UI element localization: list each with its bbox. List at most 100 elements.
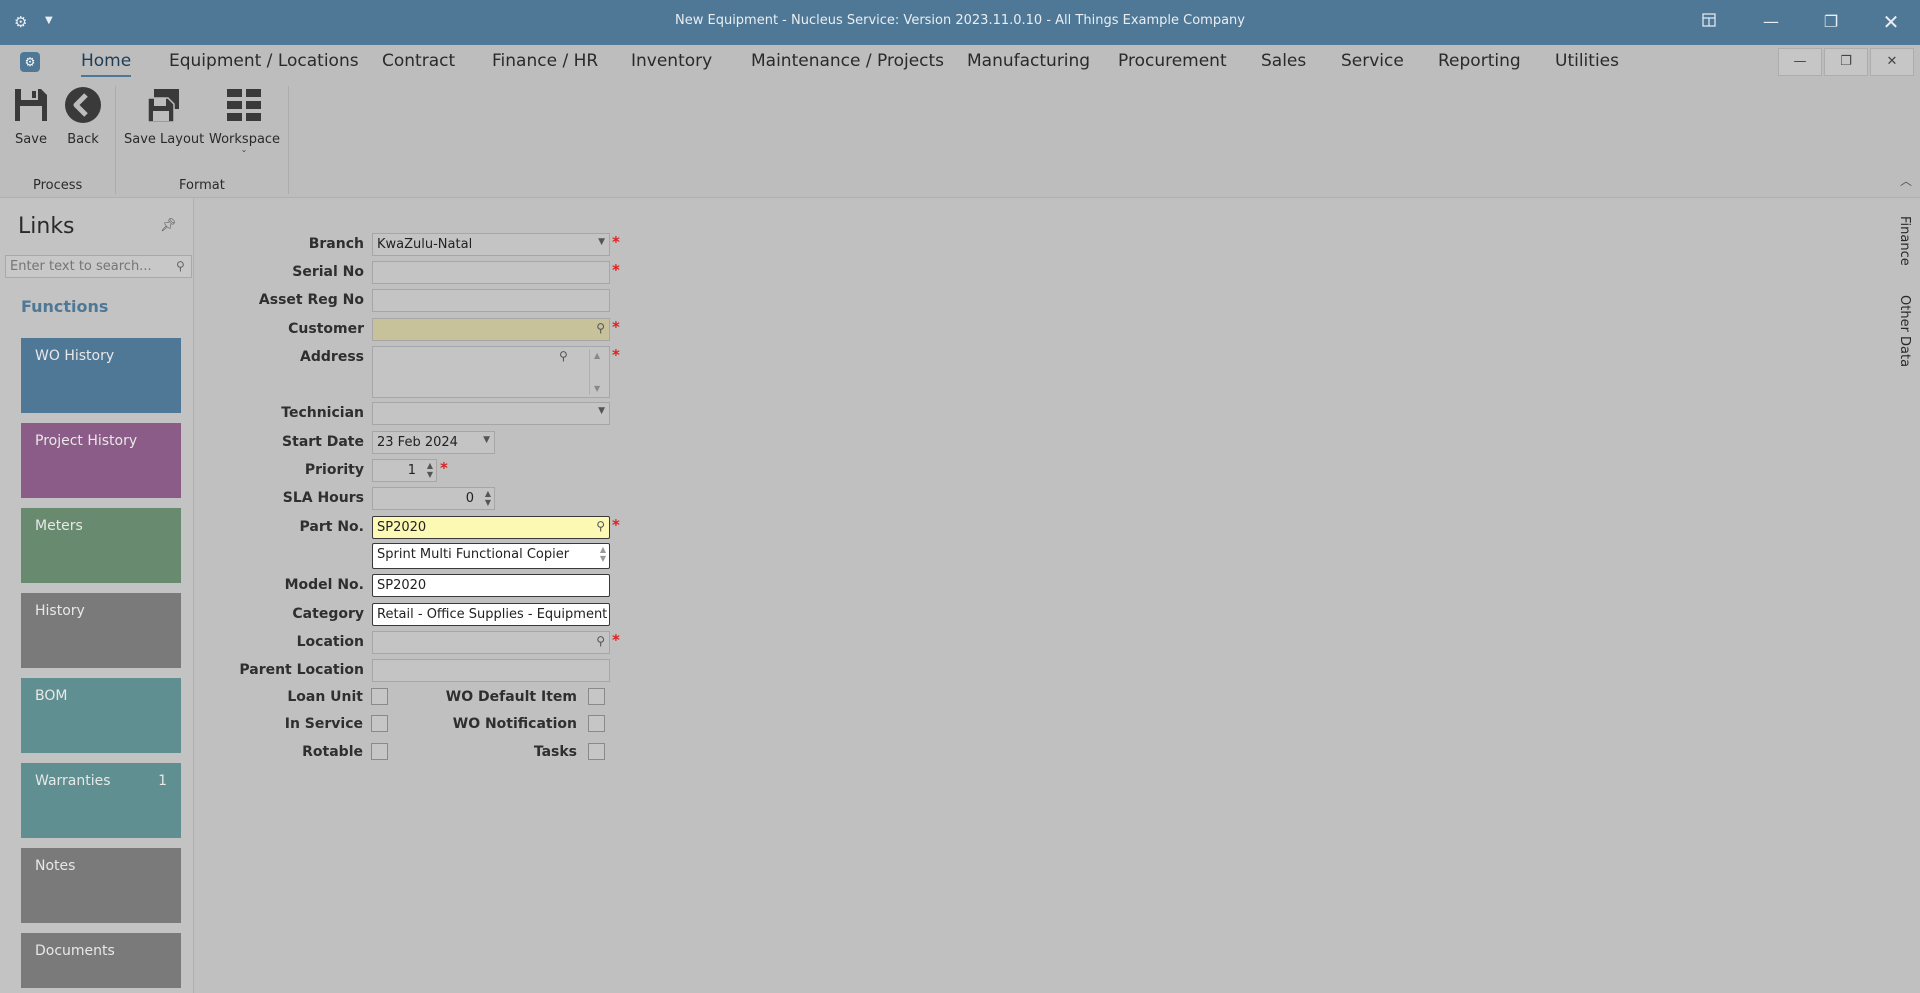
- workspace-button[interactable]: Workspace ⌄: [209, 86, 280, 154]
- tile-label: Documents: [35, 943, 115, 959]
- tile-meters[interactable]: Meters: [21, 508, 181, 583]
- title-bar: ⚙ ▼ New Equipment - Nucleus Service: Ver…: [0, 0, 1920, 45]
- menu-service[interactable]: Service: [1341, 51, 1404, 71]
- part-no-value: SP2020: [377, 520, 427, 535]
- start-date-value: 23 Feb 2024: [377, 435, 458, 450]
- parent-location-field[interactable]: [372, 659, 610, 682]
- wo-default-item-checkbox[interactable]: [588, 688, 605, 705]
- search-icon[interactable]: ⚲: [176, 259, 185, 273]
- branch-label: Branch: [308, 236, 364, 252]
- tile-label: BOM: [35, 688, 68, 704]
- chevron-down-icon[interactable]: ▼: [598, 237, 605, 247]
- model-no-value: SP2020: [377, 578, 427, 593]
- restore-icon[interactable]: ❐: [1816, 10, 1846, 34]
- links-search-input[interactable]: [5, 255, 192, 278]
- spin-arrows-icon[interactable]: ▲ ▼: [600, 545, 606, 563]
- tile-label: Project History: [35, 433, 138, 449]
- mdi-close-button[interactable]: ✕: [1870, 48, 1914, 76]
- menu-finance-hr[interactable]: Finance / HR: [492, 51, 598, 71]
- scroll-down-icon[interactable]: ▼: [594, 384, 600, 393]
- serial-no-field[interactable]: [372, 261, 610, 284]
- save-layout-button[interactable]: Save Layout: [124, 86, 205, 147]
- menu-bar: ⚙ Home Equipment / Locations Contract Fi…: [0, 45, 1920, 80]
- search-icon[interactable]: ⚲: [596, 634, 605, 648]
- wo-notification-checkbox[interactable]: [588, 715, 605, 732]
- category-label: Category: [292, 606, 364, 622]
- sla-hours-spinner[interactable]: 0 ▲ ▼: [372, 487, 495, 510]
- close-icon[interactable]: ✕: [1876, 10, 1906, 34]
- tile-count-badge: 1: [158, 773, 167, 789]
- scroll-up-icon[interactable]: ▲: [594, 351, 600, 360]
- save-layout-label: Save Layout: [124, 132, 205, 147]
- chevron-down-icon[interactable]: ▼: [598, 406, 605, 416]
- loan-unit-checkbox[interactable]: [371, 688, 388, 705]
- side-tab-finance[interactable]: Finance: [1897, 216, 1912, 266]
- mdi-minimize-button[interactable]: —: [1778, 48, 1822, 76]
- grid-icon: [209, 86, 279, 128]
- model-no-field[interactable]: SP2020: [372, 574, 610, 597]
- functions-title: Functions: [21, 297, 109, 316]
- side-tab-other-data[interactable]: Other Data: [1897, 295, 1912, 367]
- ribbon-separator: [288, 86, 289, 194]
- address-label: Address: [300, 349, 364, 365]
- tile-history[interactable]: History: [21, 593, 181, 668]
- save-button[interactable]: Save: [11, 86, 51, 147]
- window-title: New Equipment - Nucleus Service: Version…: [675, 13, 1245, 28]
- location-lookup[interactable]: ⚲: [372, 631, 610, 654]
- tile-documents[interactable]: Documents: [21, 933, 181, 988]
- tasks-checkbox[interactable]: [588, 743, 605, 760]
- spin-arrows-icon[interactable]: ▲ ▼: [485, 489, 491, 507]
- start-date-picker[interactable]: 23 Feb 2024 ▼: [372, 431, 495, 454]
- chevron-down-icon[interactable]: ▼: [483, 435, 490, 445]
- chevron-up-icon[interactable]: ︿: [1900, 172, 1912, 189]
- menu-maintenance-projects[interactable]: Maintenance / Projects: [751, 51, 944, 71]
- menu-sales[interactable]: Sales: [1261, 51, 1306, 71]
- address-scrollbar[interactable]: ▲ ▼: [589, 349, 607, 395]
- part-no-lookup[interactable]: SP2020 ⚲: [372, 516, 610, 539]
- tile-bom[interactable]: BOM: [21, 678, 181, 753]
- asset-reg-no-field[interactable]: [372, 289, 610, 312]
- mdi-restore-button[interactable]: ❐: [1824, 48, 1868, 76]
- rotable-checkbox[interactable]: [371, 743, 388, 760]
- category-field[interactable]: Retail - Office Supplies - Equipment: [372, 603, 610, 626]
- menu-equipment-locations[interactable]: Equipment / Locations: [169, 51, 359, 71]
- tasks-label: Tasks: [533, 744, 577, 760]
- pin-icon[interactable]: 📌︎: [160, 218, 177, 233]
- restore-layout-icon[interactable]: [1694, 10, 1724, 34]
- tile-project-history[interactable]: Project History: [21, 423, 181, 498]
- search-icon[interactable]: ⚲: [596, 321, 605, 335]
- menu-home[interactable]: Home: [81, 51, 132, 77]
- technician-select[interactable]: ▼: [372, 402, 610, 425]
- priority-spinner[interactable]: 1 ▲ ▼: [372, 459, 437, 482]
- tile-notes[interactable]: Notes: [21, 848, 181, 923]
- menu-contract[interactable]: Contract: [382, 51, 455, 71]
- menu-inventory[interactable]: Inventory: [631, 51, 712, 71]
- menu-reporting[interactable]: Reporting: [1438, 51, 1521, 71]
- part-description-field[interactable]: Sprint Multi Functional Copier ▲ ▼: [372, 543, 610, 569]
- search-icon[interactable]: ⚲: [559, 349, 568, 363]
- in-service-label: In Service: [284, 716, 363, 732]
- required-marker: *: [612, 318, 620, 336]
- priority-value: 1: [407, 463, 416, 478]
- required-marker: *: [612, 261, 620, 279]
- menu-utilities[interactable]: Utilities: [1555, 51, 1619, 71]
- required-marker: *: [612, 233, 620, 251]
- back-button[interactable]: Back: [63, 86, 103, 147]
- search-icon[interactable]: ⚲: [596, 519, 605, 533]
- spin-arrows-icon[interactable]: ▲ ▼: [427, 461, 433, 479]
- loan-unit-label: Loan Unit: [287, 689, 363, 705]
- in-service-checkbox[interactable]: [371, 715, 388, 732]
- menu-procurement[interactable]: Procurement: [1118, 51, 1227, 71]
- minimize-icon[interactable]: —: [1756, 10, 1786, 34]
- part-description-value: Sprint Multi Functional Copier: [377, 547, 570, 562]
- tile-warranties[interactable]: Warranties 1: [21, 763, 181, 838]
- address-field[interactable]: ⚲ ▲ ▼: [372, 346, 610, 398]
- tile-label: Meters: [35, 518, 83, 534]
- app-menu-icon[interactable]: ⚙: [20, 52, 40, 72]
- branch-select[interactable]: KwaZulu-Natal ▼: [372, 233, 610, 256]
- menu-manufacturing[interactable]: Manufacturing: [967, 51, 1090, 71]
- tile-wo-history[interactable]: WO History: [21, 338, 181, 413]
- ribbon-separator: [115, 86, 116, 194]
- sla-hours-value: 0: [465, 491, 474, 506]
- customer-lookup[interactable]: ⚲: [372, 318, 610, 341]
